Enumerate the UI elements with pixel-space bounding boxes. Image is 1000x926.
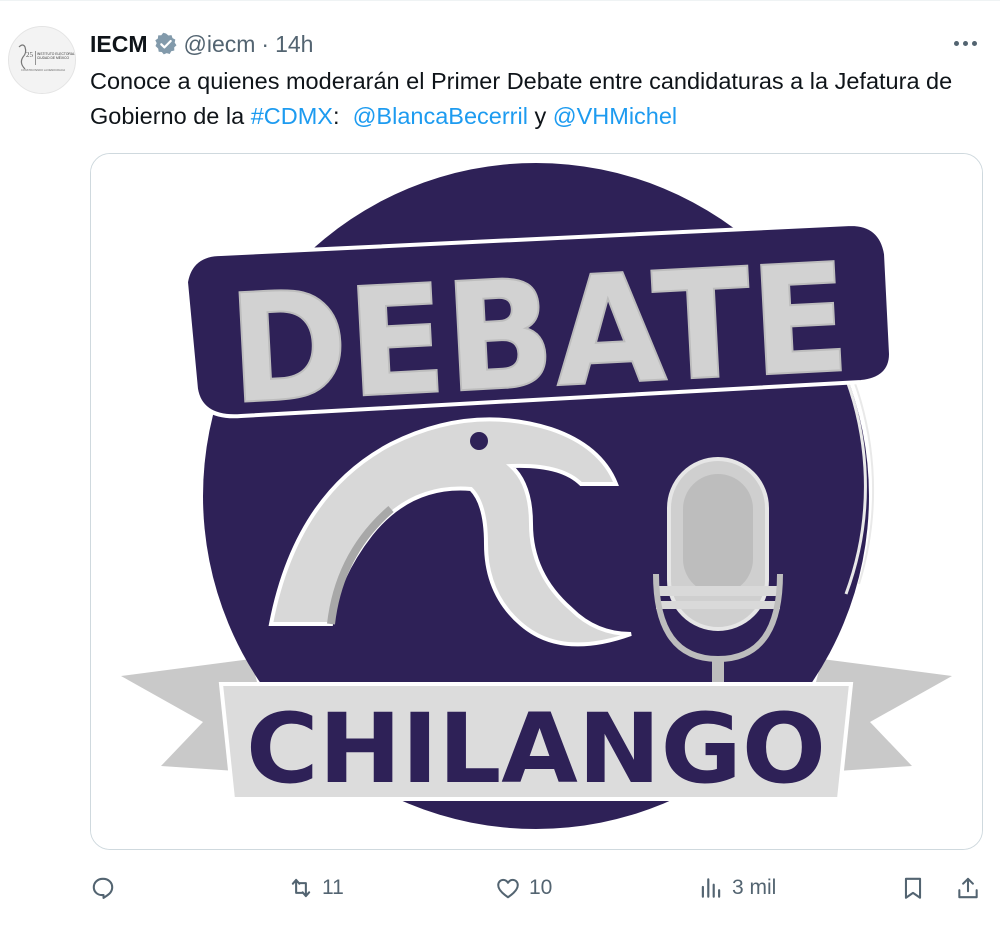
tweet[interactable]: 25 INSTITUTO ELECTORAL CIUDAD DE MÉXICO … bbox=[0, 0, 1000, 926]
retweet-count: 11 bbox=[322, 876, 344, 899]
logo-bottom-text: CHILANGO bbox=[246, 693, 826, 805]
author-name[interactable]: IECM bbox=[90, 31, 148, 58]
tweet-text-part3: y bbox=[527, 103, 553, 129]
retweet-icon bbox=[291, 878, 311, 898]
reply-button[interactable] bbox=[90, 868, 124, 908]
bookmark-button[interactable] bbox=[900, 868, 926, 908]
tweet-text: Conoce a quienes moderarán el Primer Deb… bbox=[90, 64, 970, 134]
avatar[interactable]: 25 INSTITUTO ELECTORAL CIUDAD DE MÉXICO … bbox=[8, 26, 76, 94]
avatar-line3: CONSTRUYENDO LA DEMOCRACIA bbox=[21, 68, 65, 72]
retweet-button[interactable]: 11 bbox=[288, 868, 344, 908]
tweet-header: IECM @iecm · 14h bbox=[90, 28, 313, 60]
reply-icon bbox=[92, 877, 114, 899]
avatar-line2: CIUDAD DE MÉXICO bbox=[37, 55, 69, 60]
like-count: 10 bbox=[529, 876, 553, 899]
logo-top-text: DEBATE bbox=[225, 232, 853, 438]
bookmark-icon bbox=[904, 877, 922, 899]
views-count: 3 mil bbox=[732, 876, 777, 899]
like-button[interactable]: 10 bbox=[495, 868, 552, 908]
heart-icon bbox=[497, 878, 519, 899]
tweet-media-image[interactable]: DEBATE CHILANGO bbox=[90, 153, 983, 850]
more-options-icon[interactable] bbox=[950, 30, 980, 56]
avatar-badge: 25 bbox=[26, 51, 34, 59]
tweet-text-part2: : bbox=[332, 103, 353, 129]
mention-vhmichel[interactable]: @VHMichel bbox=[553, 103, 677, 129]
hashtag-cdmx[interactable]: #CDMX bbox=[251, 103, 333, 129]
tweet-actions: 11 10 3 mil bbox=[90, 868, 985, 908]
mention-blancabecerril[interactable]: @BlancaBecerril bbox=[353, 103, 528, 129]
author-handle[interactable]: @iecm bbox=[184, 31, 256, 58]
bird-eye bbox=[470, 432, 488, 450]
tweet-timestamp[interactable]: 14h bbox=[275, 31, 313, 58]
separator-dot: · bbox=[261, 30, 270, 57]
views-chart-icon bbox=[701, 878, 721, 898]
verified-badge-icon bbox=[154, 32, 178, 56]
views-button[interactable]: 3 mil bbox=[698, 868, 776, 908]
share-icon bbox=[958, 877, 978, 899]
share-button[interactable] bbox=[955, 868, 981, 908]
